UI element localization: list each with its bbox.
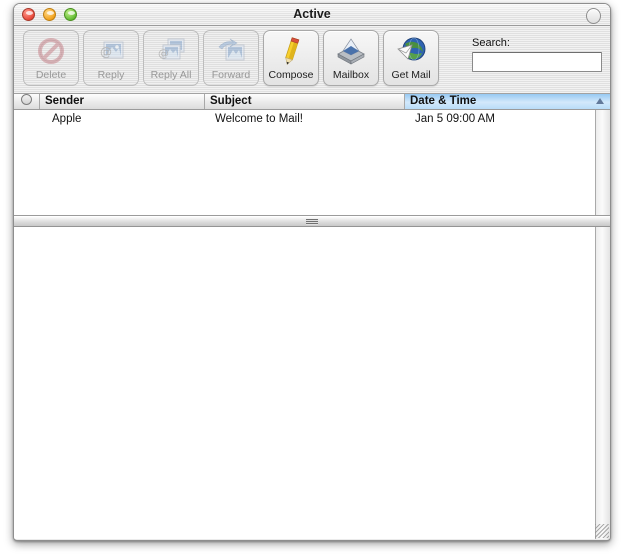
- message-body-scrollbar[interactable]: [595, 227, 610, 539]
- message-list-scrollbar[interactable]: [595, 110, 610, 215]
- pane-splitter[interactable]: [14, 216, 610, 227]
- column-header-datetime[interactable]: Date & Time: [405, 94, 610, 109]
- svg-text:@: @: [100, 45, 112, 59]
- forward-arrow-stamp-icon: [218, 38, 245, 61]
- message-list-pane: Sender Subject Date & Time Apple Welcome…: [14, 94, 610, 216]
- forward-button[interactable]: Forward: [203, 30, 259, 86]
- compose-button-label: Compose: [268, 69, 314, 81]
- toolbar: Delete @ Reply @ Reply All Forward Compo…: [14, 26, 610, 94]
- row-sender-cell: Apple: [52, 112, 82, 125]
- column-header-row: Sender Subject Date & Time: [14, 94, 610, 110]
- sort-ascending-triangle-icon: [596, 98, 604, 104]
- reply-button[interactable]: @ Reply: [83, 30, 139, 86]
- row-subject-cell: Welcome to Mail!: [215, 112, 303, 125]
- message-rows: Apple Welcome to Mail! Jan 5 09:00 AM: [14, 110, 610, 127]
- forward-button-label: Forward: [211, 69, 251, 81]
- unread-status-icon: [21, 94, 32, 106]
- content-stack: Sender Subject Date & Time Apple Welcome…: [14, 94, 610, 539]
- get-mail-globe-icon: [397, 37, 426, 61]
- search-area: Search:: [472, 37, 602, 72]
- resize-grip-icon[interactable]: [595, 524, 609, 538]
- column-header-datetime-label: Date & Time: [410, 95, 477, 107]
- column-header-status[interactable]: [14, 94, 40, 109]
- compose-button[interactable]: Compose: [263, 30, 319, 86]
- search-label: Search:: [472, 37, 510, 49]
- reply-all-button[interactable]: @ Reply All: [143, 30, 199, 86]
- delete-button-label: Delete: [35, 69, 67, 81]
- mailbox-button[interactable]: Mailbox: [323, 30, 379, 86]
- reply-all-stamp-icon: @: [158, 38, 185, 60]
- table-row[interactable]: Apple Welcome to Mail! Jan 5 09:00 AM: [14, 110, 610, 127]
- column-header-sender[interactable]: Sender: [40, 94, 205, 109]
- toolbar-button-group: Delete @ Reply @ Reply All Forward Compo…: [23, 30, 439, 86]
- window-title: Active: [293, 7, 331, 21]
- column-header-subject[interactable]: Subject: [205, 94, 405, 109]
- title-bar[interactable]: Active: [14, 4, 610, 26]
- search-input[interactable]: [472, 52, 602, 72]
- screen: Active Delete @ Reply @ Reply All Forwar…: [0, 0, 624, 554]
- row-datetime-cell: Jan 5 09:00 AM: [415, 112, 495, 125]
- reply-button-label: Reply: [97, 69, 125, 81]
- mailbox-tray-icon: [337, 38, 365, 65]
- mail-window: Active Delete @ Reply @ Reply All Forwar…: [13, 3, 611, 541]
- splitter-grip-icon: [306, 219, 318, 225]
- get-mail-button[interactable]: Get Mail: [383, 30, 439, 86]
- delete-prohibition-icon: [38, 38, 64, 64]
- get-mail-button-label: Get Mail: [391, 69, 431, 81]
- toolbar-toggle-button[interactable]: [586, 8, 601, 24]
- reply-all-button-label: Reply All: [150, 69, 192, 81]
- compose-pencil-icon: [285, 37, 300, 66]
- message-body-pane[interactable]: [14, 227, 610, 539]
- mailbox-button-label: Mailbox: [332, 69, 370, 81]
- svg-text:@: @: [158, 47, 169, 60]
- reply-stamp-icon: @: [100, 41, 124, 59]
- delete-button[interactable]: Delete: [23, 30, 79, 86]
